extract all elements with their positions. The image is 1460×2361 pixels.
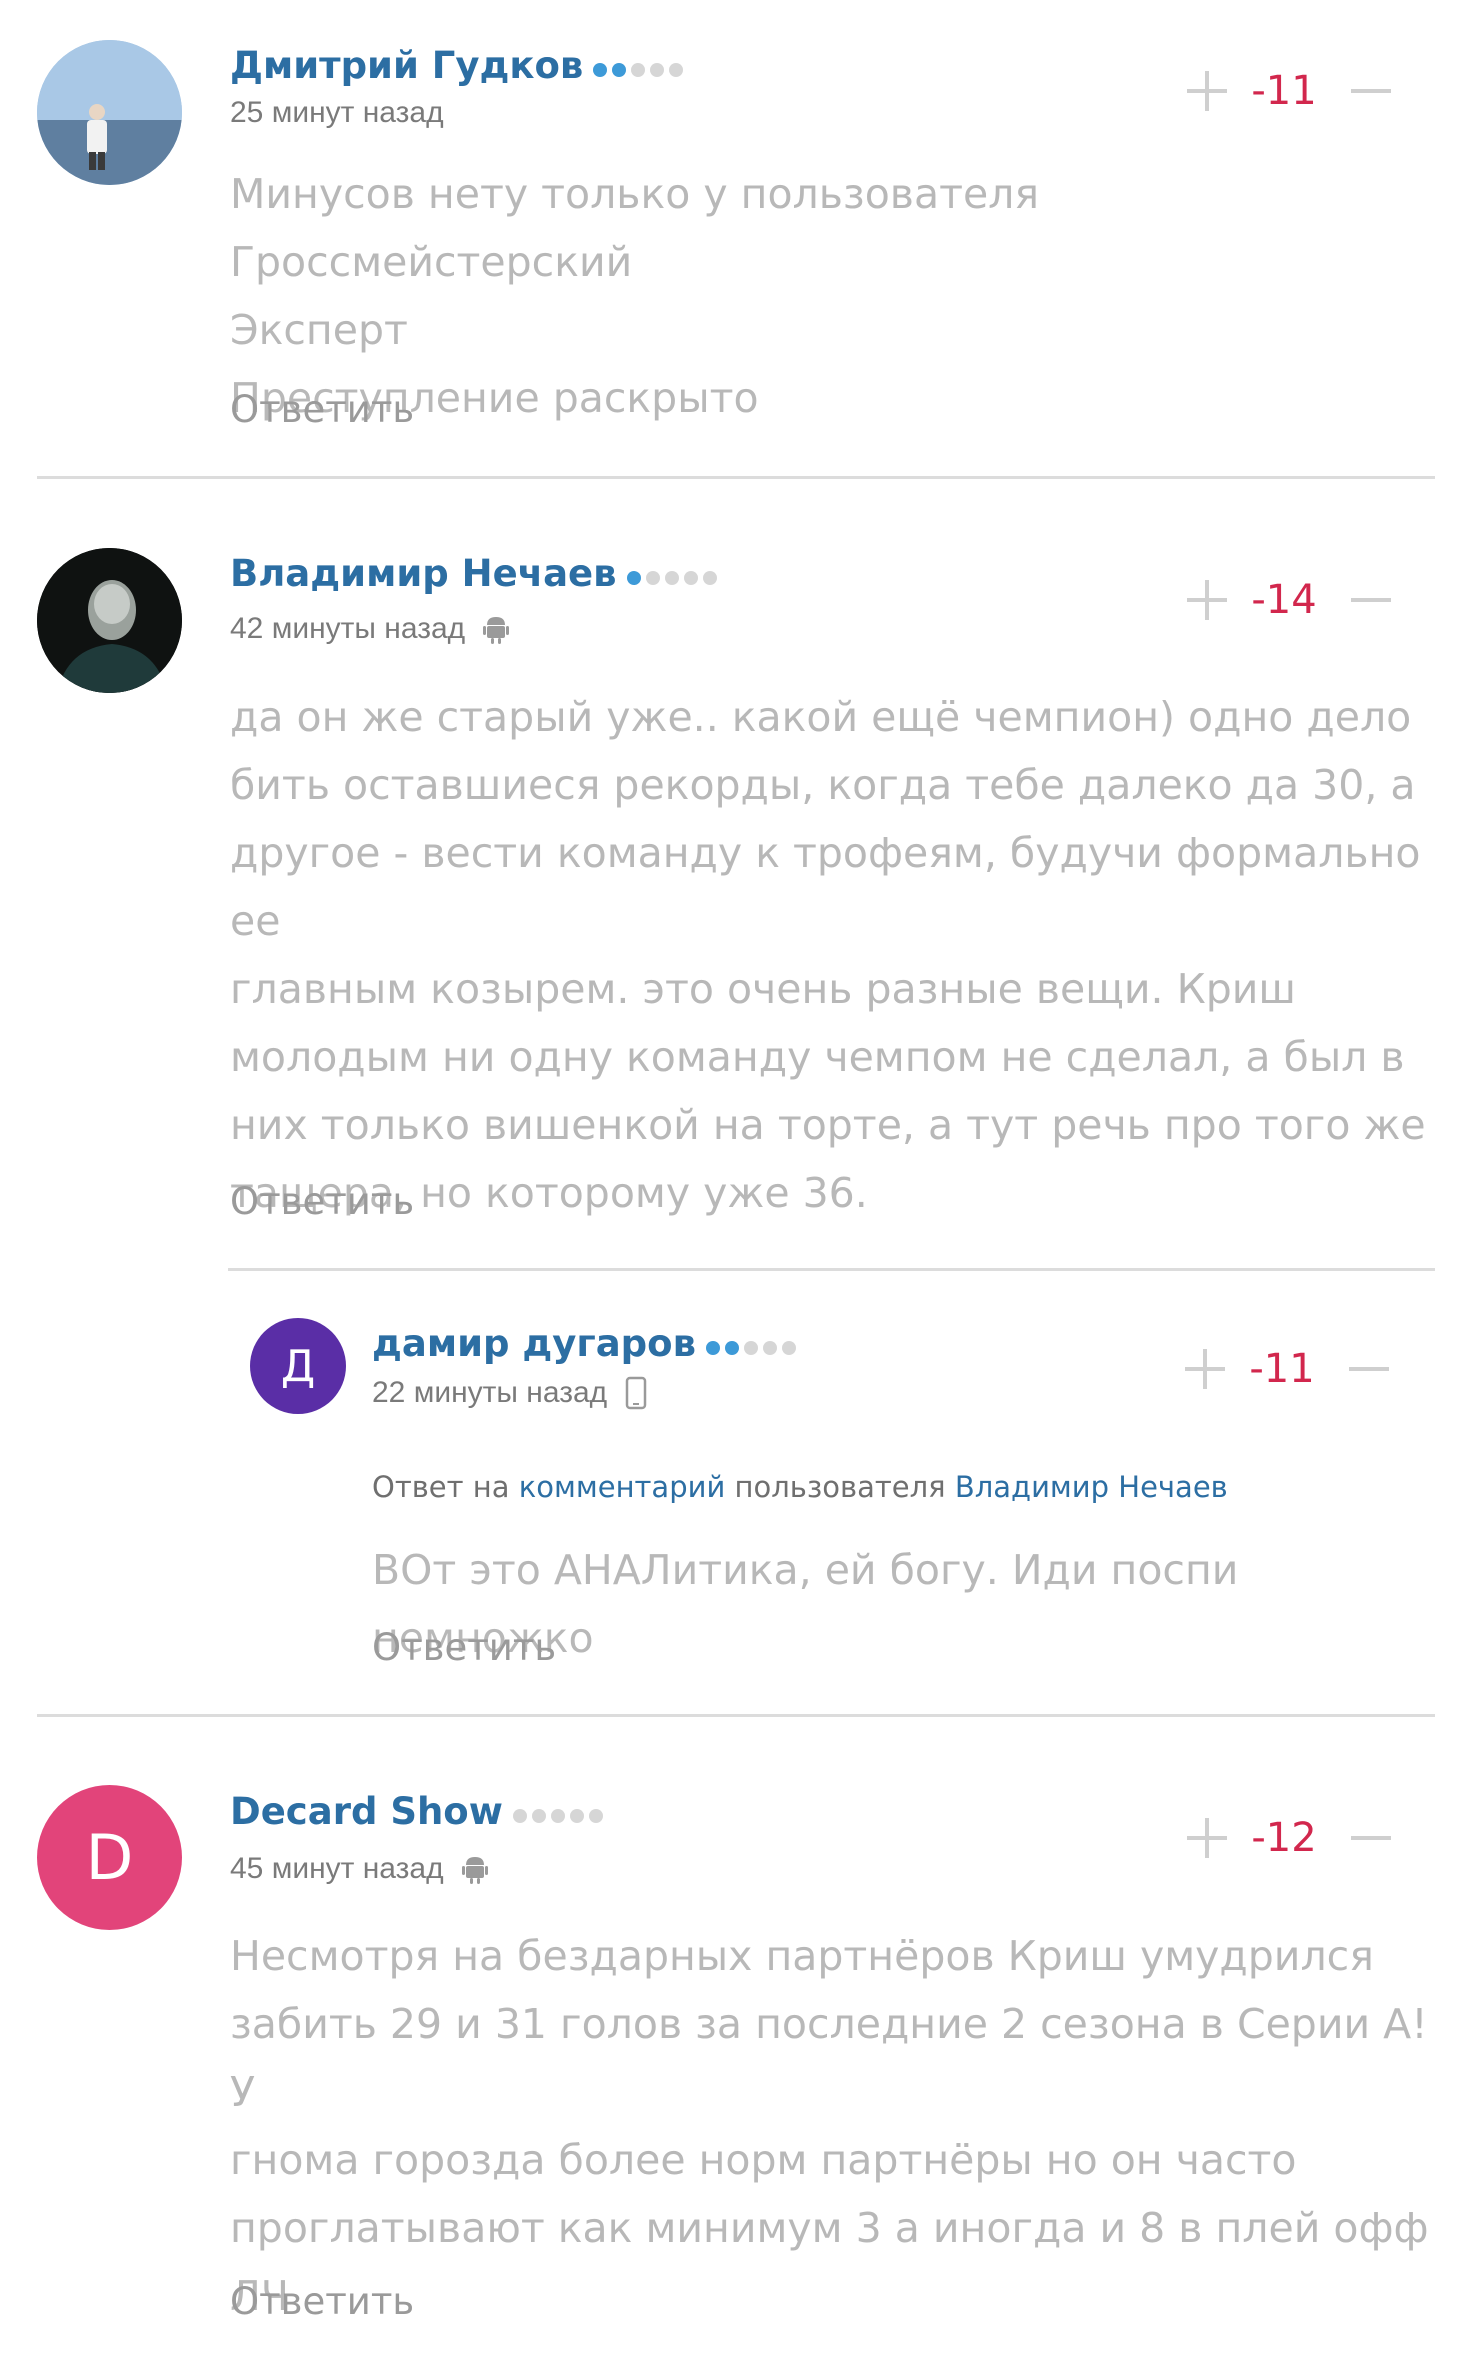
author-name[interactable]: дамир дугаров — [372, 1322, 801, 1367]
downvote-icon[interactable] — [1349, 69, 1393, 113]
author-name-label: Дмитрий Гудков — [230, 44, 584, 87]
timestamp: 45 минут назад — [230, 1852, 444, 1885]
comment-meta: 25 минут назад — [230, 96, 444, 130]
phone-icon — [625, 1376, 647, 1410]
author-name-label: Владимир Нечаев — [230, 552, 617, 595]
author-name[interactable]: Дмитрий Гудков — [230, 44, 688, 89]
vote-controls: -11 — [1183, 1346, 1391, 1392]
comment-line: главным козырем. это очень разные вещи. … — [230, 965, 1296, 1013]
comment-line: них только вишенкой на торте, а тут речь… — [230, 1101, 1426, 1149]
rating-value: -12 — [1251, 1815, 1317, 1861]
comment-line: гнома горозда более норм партнёры но он … — [230, 2136, 1297, 2184]
comment-line: Несмотря на бездарных партнёров Криш уму… — [230, 1932, 1374, 1980]
comment-line: Минусов нету только у пользователя Гросс… — [230, 170, 1040, 286]
comment-meta: 42 минуты назад — [230, 612, 510, 646]
timestamp: 25 минут назад — [230, 96, 444, 129]
comment-line: забить 29 и 31 голов за последние 2 сезо… — [230, 2000, 1428, 2116]
reply-button[interactable]: Ответить — [230, 388, 414, 431]
comment-line: другое - вести команду к трофеям, будучи… — [230, 829, 1421, 945]
comment-text: да он же старый уже.. какой ещё чемпион)… — [230, 683, 1430, 1227]
rank-dots — [626, 554, 722, 597]
comment-line: да он же старый уже.. какой ещё чемпион)… — [230, 693, 1412, 741]
reply-button[interactable]: Ответить — [372, 1626, 556, 1669]
rating-value: -14 — [1251, 577, 1317, 623]
downvote-icon[interactable] — [1347, 1347, 1391, 1391]
comments-feed: Дмитрий Гудков 25 минут назад -11 Минусо… — [0, 0, 1460, 2361]
reply-to-prefix: Ответ на — [372, 1470, 510, 1504]
reply-to-comment-link[interactable]: комментарий — [519, 1470, 726, 1504]
comment-line: проглатывают как минимум 3 а иногда и 8 … — [230, 2204, 1429, 2252]
rank-dots — [593, 46, 688, 89]
avatar[interactable] — [37, 40, 182, 185]
upvote-icon[interactable] — [1185, 578, 1229, 622]
comment-line: Эксперт — [230, 306, 408, 354]
downvote-icon[interactable] — [1349, 1816, 1393, 1860]
vote-controls: -12 — [1185, 1815, 1393, 1861]
android-icon — [483, 614, 510, 644]
comment-line: бить оставшиеся рекорды, когда тебе дале… — [230, 761, 1416, 809]
downvote-icon[interactable] — [1349, 578, 1393, 622]
android-icon — [461, 1854, 488, 1884]
vote-controls: -14 — [1185, 577, 1393, 623]
avatar[interactable]: D — [37, 1785, 182, 1930]
timestamp: 42 минуты назад — [230, 612, 466, 645]
comment-meta: 22 минуты назад — [372, 1376, 647, 1410]
comment-text: Несмотря на бездарных партнёров Криш уму… — [230, 1922, 1430, 2330]
reply-to-user-link[interactable]: Владимир Нечаев — [955, 1470, 1228, 1504]
avatar[interactable]: Д — [250, 1318, 346, 1414]
comment-meta: 45 минут назад — [230, 1852, 488, 1886]
timestamp: 22 минуты назад — [372, 1376, 608, 1409]
rank-dots — [706, 1324, 801, 1367]
author-name[interactable]: Владимир Нечаев — [230, 552, 722, 597]
reply-to-middle: пользователя — [734, 1470, 946, 1504]
rating-value: -11 — [1249, 1346, 1315, 1392]
reply-to-info: Ответ на комментарий пользователя Владим… — [372, 1470, 1228, 1504]
divider — [37, 1714, 1435, 1717]
upvote-icon[interactable] — [1185, 1816, 1229, 1860]
rank-dots — [512, 1792, 608, 1835]
reply-button[interactable]: Ответить — [230, 2280, 414, 2323]
author-name-label: Decard Show — [230, 1790, 503, 1833]
upvote-icon[interactable] — [1185, 69, 1229, 113]
divider — [37, 476, 1435, 479]
reply-button[interactable]: Ответить — [230, 1180, 414, 1223]
avatar[interactable] — [37, 548, 182, 693]
rating-value: -11 — [1251, 68, 1317, 114]
author-name[interactable]: Decard Show — [230, 1790, 608, 1835]
divider — [228, 1268, 1435, 1271]
comment-line: молодым ни одну команду чемпом не сделал… — [230, 1033, 1405, 1081]
author-name-label: дамир дугаров — [372, 1322, 697, 1365]
upvote-icon[interactable] — [1183, 1347, 1227, 1391]
vote-controls: -11 — [1185, 68, 1393, 114]
